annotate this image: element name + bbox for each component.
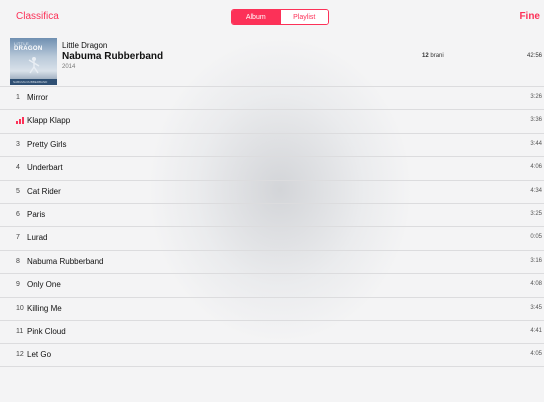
now-playing-icon [16, 117, 25, 125]
track-row[interactable]: Klapp Klapp 3:36 [0, 109, 544, 132]
track-number: 4 [16, 164, 20, 172]
track-title: Paris [27, 209, 46, 219]
track-duration: 3:45 [530, 304, 542, 311]
segment-album[interactable]: Album [232, 10, 280, 24]
artwork-text-bottom: NABUMA RUBBERBAND [13, 80, 48, 84]
track-duration: 3:26 [530, 94, 542, 100]
navigation-bar: Classifica Album Playlist Fine [0, 0, 544, 34]
album-year: 2014 [62, 64, 76, 70]
album-artwork[interactable]: LITTLE DRAGON NABUMA RUBBERBAND [10, 38, 57, 85]
track-title: Underbart [27, 163, 63, 173]
track-duration: 4:41 [530, 327, 542, 334]
track-title: Only One [27, 280, 61, 290]
track-duration: 4:08 [530, 281, 542, 288]
track-title: Nabuma Rubberband [27, 256, 104, 266]
track-number: 11 [16, 327, 24, 335]
track-row[interactable]: 11 Pink Cloud 4:41 [0, 319, 544, 343]
track-number: 8 [16, 257, 20, 265]
track-duration: 3:36 [530, 117, 542, 124]
track-count-number: 12 [422, 53, 429, 59]
track-title: Pretty Girls [27, 139, 67, 149]
track-title: Pink Cloud [27, 326, 66, 336]
track-title: Let Go [27, 350, 52, 360]
track-row[interactable]: 9 Only One 4:08 [0, 273, 544, 296]
track-duration: 3:44 [530, 140, 542, 147]
track-title: Lurad [27, 233, 48, 243]
track-row[interactable]: 3 Pretty Girls 3:44 [0, 132, 544, 156]
track-number: 10 [16, 304, 24, 312]
back-button[interactable]: Classifica [16, 11, 59, 22]
album-header: LITTLE DRAGON NABUMA RUBBERBAND Little D… [0, 34, 544, 90]
track-number: 12 [16, 351, 24, 359]
track-row[interactable]: 8 Nabuma Rubberband 3:16 [0, 249, 544, 273]
track-title: Mirror [27, 93, 48, 102]
track-row[interactable]: 10 Killing Me 3:45 [0, 296, 544, 320]
track-title: Cat Rider [27, 186, 61, 196]
artwork-figure-icon [28, 57, 40, 74]
track-number: 3 [16, 140, 20, 148]
album-artist[interactable]: Little Dragon [62, 41, 107, 50]
track-row[interactable]: 7 Lurad 0:05 [0, 226, 544, 249]
track-duration: 0:05 [530, 234, 542, 241]
track-row[interactable]: 12 Let Go 4:05 [0, 343, 544, 367]
track-title: Killing Me [27, 303, 62, 313]
track-number: 7 [16, 234, 20, 242]
track-duration: 4:06 [530, 164, 542, 171]
track-row[interactable]: 1 Mirror 3:26 [0, 86, 544, 109]
done-button[interactable]: Fine [519, 11, 540, 22]
track-list: 1 Mirror 3:26 Klapp Klapp 3:36 3 Pretty Girls 3… [0, 86, 544, 367]
track-number: 9 [16, 281, 20, 289]
track-duration: 4:05 [530, 351, 542, 358]
track-number: 1 [16, 94, 20, 101]
track-number: 5 [16, 187, 20, 195]
view-segmented-control: Album Playlist [231, 9, 329, 25]
track-title: Klapp Klapp [27, 116, 71, 126]
track-duration: 3:16 [530, 257, 542, 264]
artwork-text-main: DRAGON [14, 46, 43, 52]
track-count-unit: brani [430, 53, 444, 59]
track-row[interactable]: 6 Paris 3:25 [0, 202, 544, 226]
track-duration: 4:34 [530, 187, 542, 194]
album-total-duration: 42:56 [526, 53, 542, 59]
track-number: 6 [16, 210, 20, 218]
track-duration: 3:25 [530, 210, 542, 217]
track-count: 12 brani [422, 53, 444, 59]
track-row[interactable]: 5 Cat Rider 4:34 [0, 179, 544, 203]
segment-playlist[interactable]: Playlist [279, 10, 328, 24]
track-row[interactable]: 4 Underbart 4:06 [0, 156, 544, 179]
album-title: Nabuma Rubberband [62, 51, 164, 62]
